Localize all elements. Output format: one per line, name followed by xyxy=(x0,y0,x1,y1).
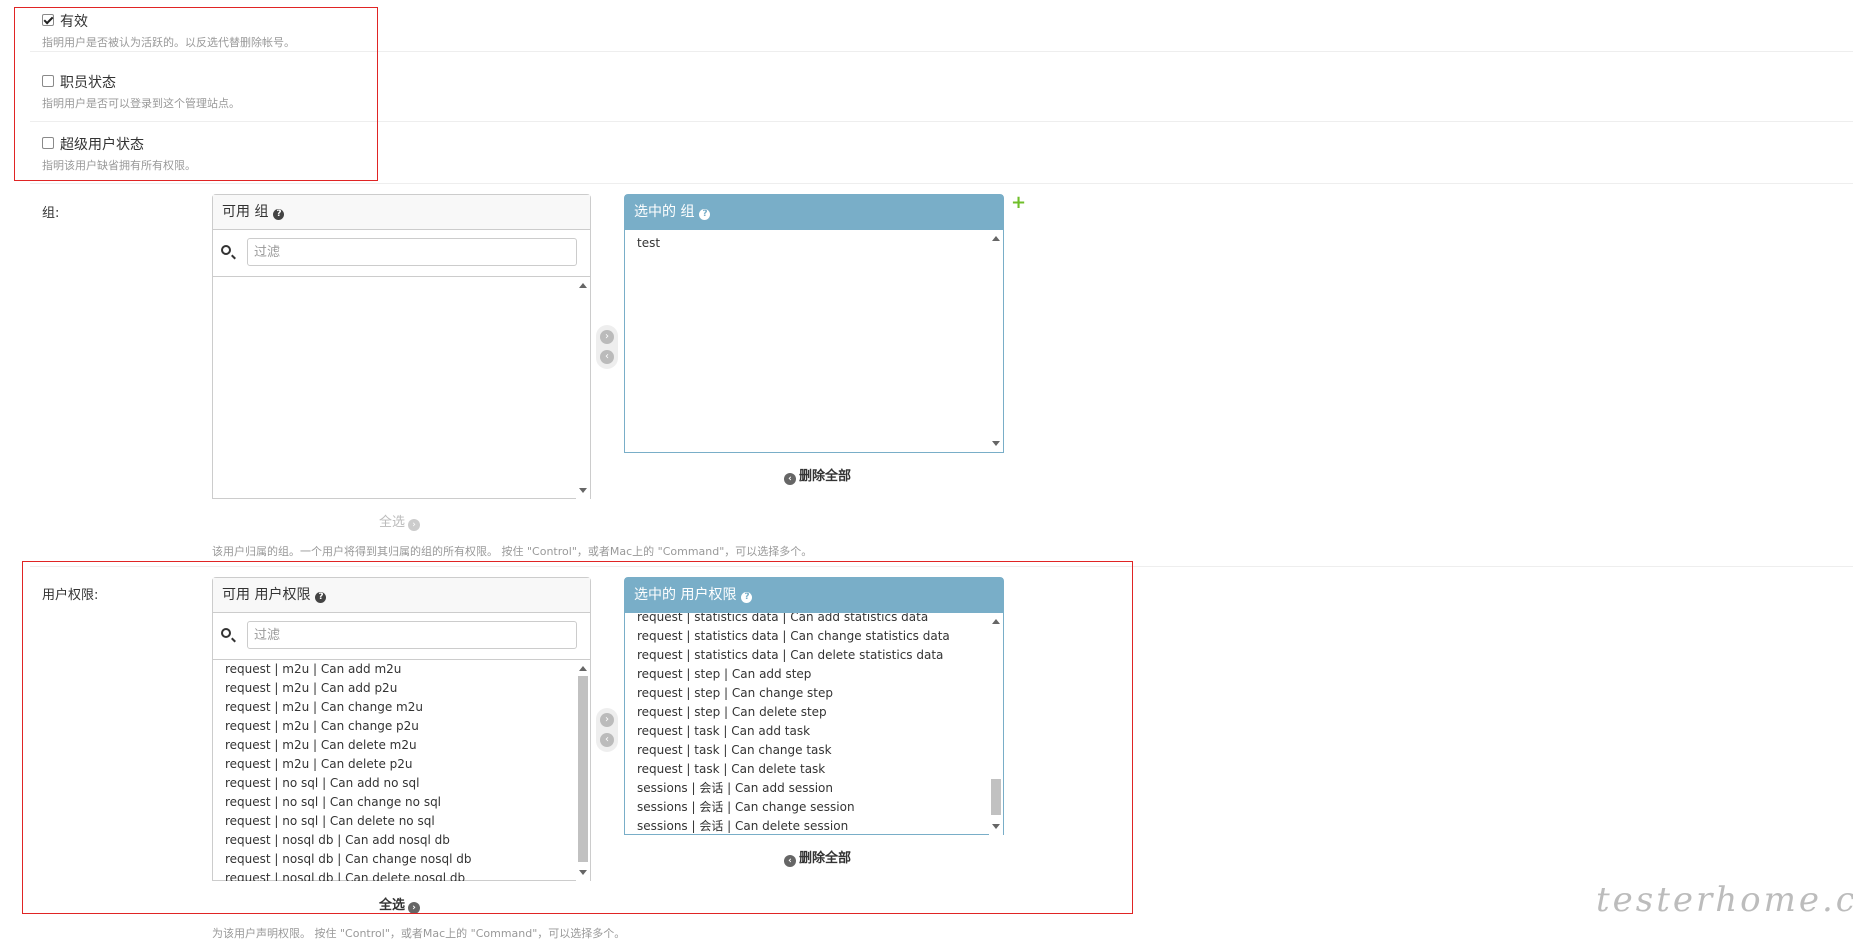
groups-chosen-title: 选中的 组 xyxy=(634,204,695,220)
groups-choose-all-button[interactable]: 全选 › xyxy=(379,511,423,531)
groups-choose-all-label: 全选 xyxy=(379,515,406,530)
groups-chosen-box: 选中的 组? test xyxy=(624,194,1004,453)
arrow-right-circle-icon[interactable]: › xyxy=(600,330,614,344)
groups-remove-all-button[interactable]: ‹ 删除全部 xyxy=(781,465,851,485)
highlight-box-permissions xyxy=(22,561,1133,914)
scroll-up-arrow-icon[interactable] xyxy=(992,236,1000,241)
arrow-left-circle-icon: ‹ xyxy=(784,473,796,485)
groups-available-box: 可用 组? xyxy=(212,194,591,499)
arrow-right-circle-icon: › xyxy=(408,519,421,531)
groups-remove-all-label: 删除全部 xyxy=(799,469,852,484)
groups-filter-bar xyxy=(213,230,590,277)
groups-move-controls: › ‹ xyxy=(596,325,618,369)
scroll-up-arrow-icon[interactable] xyxy=(579,283,587,288)
question-circle-icon[interactable]: ? xyxy=(273,209,285,220)
scrollbar[interactable] xyxy=(576,277,590,499)
question-circle-icon[interactable]: ? xyxy=(699,209,711,220)
list-item[interactable]: test xyxy=(625,234,1003,253)
groups-available-list[interactable] xyxy=(213,277,590,499)
groups-available-header: 可用 组? xyxy=(213,195,590,230)
groups-help-text: 该用户归属的组。一个用户将得到其归属的组的所有权限。 按住 "Control"，… xyxy=(212,545,813,558)
arrow-left-circle-icon[interactable]: ‹ xyxy=(600,350,614,364)
divider xyxy=(30,183,1853,184)
highlight-box-flags xyxy=(14,7,378,181)
groups-chosen-list[interactable]: test xyxy=(625,230,1003,452)
permissions-help-text: 为该用户声明权限。 按住 "Control"，或者Mac上的 "Command"… xyxy=(212,927,626,940)
scrollbar[interactable] xyxy=(989,230,1003,452)
watermark: testerhome.com xyxy=(1596,880,1853,920)
scroll-down-arrow-icon[interactable] xyxy=(579,488,587,493)
scroll-down-arrow-icon[interactable] xyxy=(992,441,1000,446)
search-icon xyxy=(221,245,231,255)
groups-label: 组: xyxy=(42,206,60,221)
groups-chosen-header: 选中的 组? xyxy=(625,195,1003,230)
plus-icon[interactable]: + xyxy=(1011,192,1026,213)
groups-filter-input[interactable] xyxy=(247,238,577,266)
groups-available-title: 可用 组 xyxy=(222,204,269,220)
